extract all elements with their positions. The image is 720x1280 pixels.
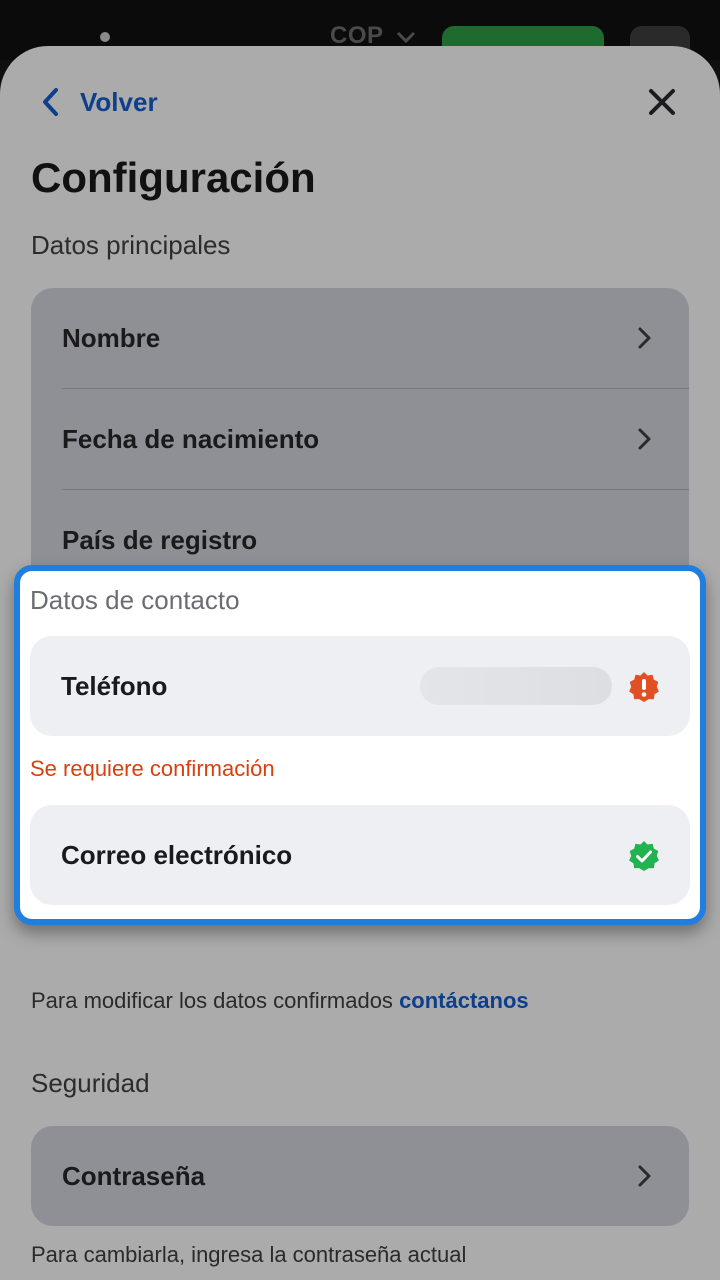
close-icon — [649, 89, 675, 115]
row-password[interactable]: Contraseña — [31, 1126, 689, 1226]
page-title: Configuración — [31, 154, 316, 201]
sheet-navigation: Volver — [0, 80, 720, 124]
chevron-right-icon — [638, 1165, 651, 1187]
row-birthdate[interactable]: Fecha de nacimiento — [31, 389, 689, 489]
contact-footer-text: Para modificar los datos confirmados — [31, 988, 393, 1013]
row-email[interactable]: Correo electrónico — [30, 805, 690, 905]
security-group: Contraseña — [31, 1126, 689, 1226]
phone-value-placeholder — [420, 667, 612, 705]
contact-footer-hint: Para modificar los datos confirmados con… — [31, 988, 529, 1014]
chevron-down-icon — [397, 31, 416, 43]
row-password-label: Contraseña — [62, 1160, 206, 1191]
row-birthdate-label: Fecha de nacimiento — [62, 423, 320, 454]
row-name-label: Nombre — [62, 322, 161, 353]
chevron-right-icon — [638, 327, 651, 349]
row-country-label: País de registro — [62, 524, 258, 555]
close-button[interactable] — [644, 84, 680, 120]
chevron-right-icon — [638, 428, 651, 450]
security-section-label: Seguridad — [31, 1068, 150, 1098]
row-phone[interactable]: Teléfono — [30, 636, 690, 736]
phone-confirmation-warning: Se requiere confirmación — [30, 756, 275, 781]
row-email-label: Correo electrónico — [61, 839, 293, 870]
chevron-left-icon — [43, 88, 58, 116]
contact-section-label: Datos de contacto — [30, 585, 240, 615]
main-data-group: Nombre Fecha de nacimiento País de regis… — [31, 288, 689, 590]
back-label: Volver — [80, 86, 158, 117]
password-hint: Para cambiarla, ingresa la contraseña ac… — [31, 1242, 467, 1267]
back-button[interactable]: Volver — [40, 80, 158, 124]
verified-badge-icon — [629, 841, 659, 871]
contact-us-link[interactable]: contáctanos — [399, 988, 529, 1013]
status-dot — [100, 32, 110, 42]
currency-label: COP — [330, 22, 384, 49]
row-name[interactable]: Nombre — [31, 288, 689, 388]
warning-badge-icon — [629, 672, 659, 702]
row-phone-label: Teléfono — [61, 670, 168, 701]
contact-data-card: Datos de contacto Teléfono Se requiere c… — [14, 565, 706, 925]
main-section-label: Datos principales — [31, 230, 231, 260]
